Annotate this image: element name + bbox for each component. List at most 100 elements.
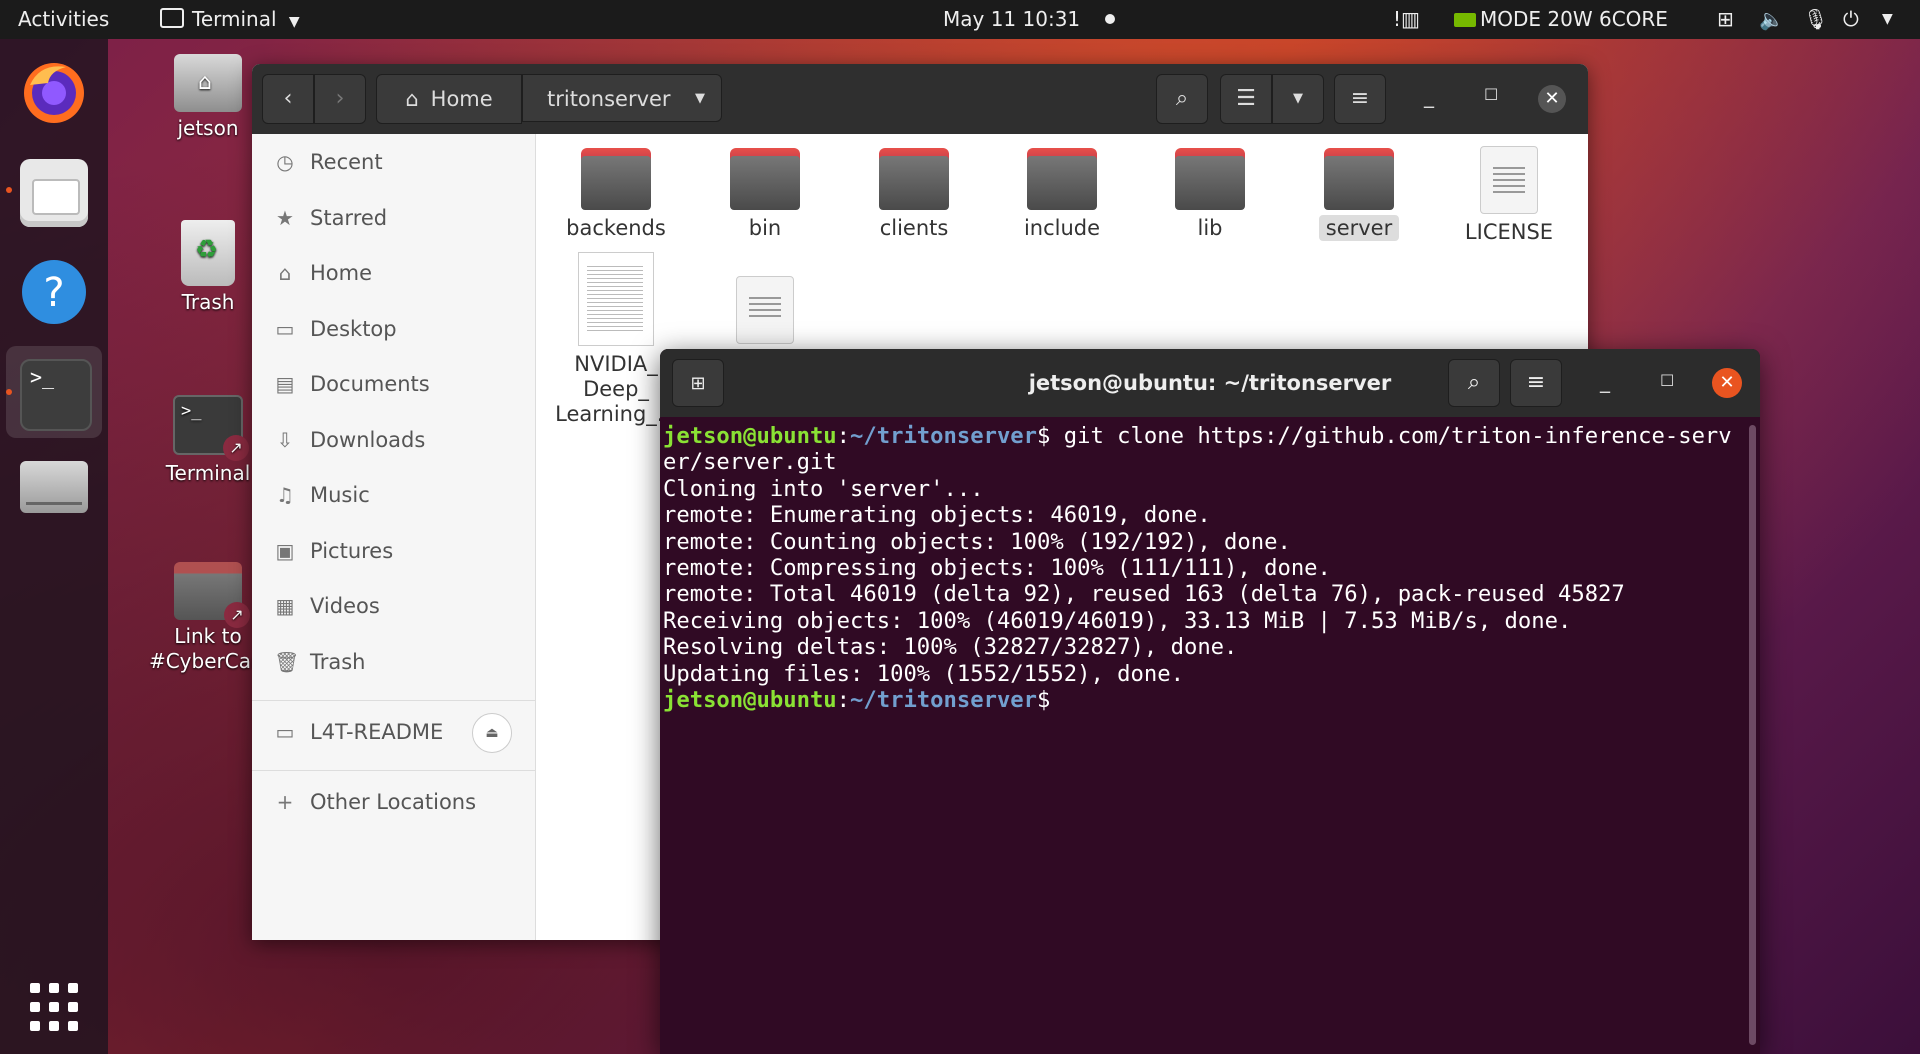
folder-item[interactable]: backends [551,148,681,240]
firefox-icon[interactable] [20,57,88,125]
folder-item[interactable]: include [997,148,1127,240]
sidebar-item-starred[interactable]: ★ Starred [252,192,535,244]
output-line: Updating files: 100% (1552/1552), done. [663,660,1184,687]
output-line: remote: Compressing objects: 100% (111/1… [663,555,1331,582]
nvidia-power-mode[interactable]: MODE 20W 6CORE [1454,0,1668,39]
sidebar-item-recent[interactable]: ◷ Recent [252,136,535,188]
desktop-home-label: jetson [177,116,239,140]
folder-item[interactable]: bin [700,148,830,240]
running-indicator [6,187,12,193]
trash-icon: 🗑 [274,650,300,674]
system-monitor-icon[interactable]: !▥ [1393,0,1420,39]
sidebar-item-label: Downloads [310,428,426,452]
nvidia-icon [1454,13,1476,27]
output-line: Receiving objects: 100% (46019/46019), 3… [663,607,1572,634]
activities-button[interactable]: Activities [18,0,109,39]
chevron-down-icon: ▼ [1293,91,1303,106]
maximize-button[interactable]: ☐ [1660,371,1674,390]
minimize-button[interactable]: _ [1600,369,1610,393]
network-icon[interactable]: ⊞ [1717,0,1734,39]
show-apps-icon[interactable] [28,981,80,1033]
output-line: remote: Enumerating objects: 46019, done… [663,502,1211,529]
terminal-output[interactable]: jetson@ubuntu:~/tritonserver$ git clone … [663,423,1743,713]
plus-icon: + [276,790,294,814]
sidebar-item-downloads[interactable]: ⇩ Downloads [252,414,535,466]
file-manager-headerbar: ‹ › ⌂ Home tritonserver ▼ ⌕ ☰ ▼ ≡ _ ☐ ✕ [252,64,1588,134]
sidebar-item-home[interactable]: ⌂ Home [252,247,535,299]
sidebar-item-label: Documents [310,372,430,396]
output-line: er/server.git [663,449,837,476]
folder-name: clients [879,216,949,240]
sidebar-item-device[interactable]: ▭ L4T-README ⏏ [252,706,535,758]
folder-item[interactable]: lib [1145,148,1275,240]
sidebar-item-other-locations[interactable]: + Other Locations [252,776,535,828]
breadcrumb-current[interactable]: tritonserver ▼ [522,74,722,122]
desktop-icon: ▭ [275,317,295,341]
terminal-headerbar: ⊞ jetson@ubuntu: ~/tritonserver ⌕ ≡ _ ☐ … [660,349,1760,417]
microphone-icon[interactable]: 🎙 [1803,0,1828,39]
close-button[interactable]: ✕ [1538,85,1566,113]
picture-icon: ▣ [275,539,295,563]
desktop-link-label-line2: #CyberCart [148,649,268,673]
close-button[interactable]: ✕ [1712,368,1742,398]
prompt-symbol: $ [1037,687,1051,714]
trash-icon: ♻ [181,220,235,286]
forward-button[interactable]: › [314,74,366,124]
breadcrumb-current-label: tritonserver [547,87,671,111]
eject-button[interactable]: ⏏ [472,713,512,753]
sidebar: ◷ Recent ★ Starred ⌂ Home ▭ Desktop ▤ Documen… [252,134,536,940]
sidebar-item-pictures[interactable]: ▣ Pictures [252,525,535,577]
chevron-left-icon: ‹ [283,86,293,111]
help-icon[interactable]: ? [20,258,88,326]
terminal-window: ⊞ jetson@ubuntu: ~/tritonserver ⌕ ≡ _ ☐ … [660,349,1760,1054]
top-bar: Activities Terminal ▼ May 11 10:31 !▥ MO… [0,0,1920,39]
sidebar-item-videos[interactable]: ▦ Videos [252,580,535,632]
system-menu-chevron-icon[interactable]: ▼ [1882,0,1893,39]
hamburger-icon: ≡ [1350,86,1370,111]
drive-icon: ▭ [275,720,295,744]
shortcut-arrow-icon: ↗ [224,602,250,628]
folder-item-selected[interactable]: server [1294,148,1424,241]
file-item[interactable]: LICENSE [1444,146,1574,244]
folder-item[interactable]: clients [849,148,979,240]
menu-button[interactable]: ≡ [1334,74,1386,124]
file-item[interactable] [700,276,830,350]
minimize-button[interactable]: _ [1424,84,1434,108]
prompt-user: jetson@ubuntu [663,423,837,449]
search-icon: ⌕ [1467,370,1481,395]
sidebar-item-trash[interactable]: 🗑 Trash [252,636,535,688]
clock[interactable]: May 11 10:31 [943,0,1115,39]
power-icon[interactable]: ⏻ [1843,0,1859,39]
desktop-link[interactable]: ↗ Link to #CyberCart [148,562,268,674]
sidebar-device-label: L4T-README [310,720,444,744]
view-options-button[interactable]: ▼ [1272,74,1324,124]
terminal-scrollbar[interactable] [1749,425,1756,1045]
maximize-button[interactable]: ☐ [1484,85,1498,104]
desktop-terminal[interactable]: >_ ↗ Terminal [148,395,268,486]
text-file-icon [736,276,794,344]
desktop-trash[interactable]: ♻ Trash [148,220,268,315]
volume-icon[interactable]: 🔈 [1759,0,1784,39]
output-line: Cloning into 'server'... [663,475,984,502]
search-button[interactable]: ⌕ [1156,74,1208,124]
sidebar-item-desktop[interactable]: ▭ Desktop [252,303,535,355]
breadcrumb-home[interactable]: ⌂ Home [376,74,522,124]
sidebar-divider [252,770,535,771]
folder-icon [730,148,800,210]
folder-icon [581,148,651,210]
sidebar-item-music[interactable]: ♫ Music [252,469,535,521]
app-menu[interactable]: Terminal ▼ [160,0,300,39]
terminal-menu-button[interactable]: ≡ [1510,359,1562,407]
prompt-path: ~/tritonserver [850,687,1038,714]
sidebar-item-documents[interactable]: ▤ Documents [252,358,535,410]
sidebar-item-label: Desktop [310,317,397,341]
breadcrumb-home-label: Home [430,87,493,111]
terminal-search-button[interactable]: ⌕ [1448,359,1500,407]
back-button[interactable]: ‹ [262,74,314,124]
desktop-home-folder[interactable]: ⌂ jetson [148,54,268,141]
terminal-dock-icon[interactable]: >_ [20,359,92,431]
clock-icon: ◷ [276,150,294,174]
view-list-button[interactable]: ☰ [1220,74,1272,124]
files-icon[interactable] [20,159,88,227]
drive-icon[interactable] [20,461,88,513]
